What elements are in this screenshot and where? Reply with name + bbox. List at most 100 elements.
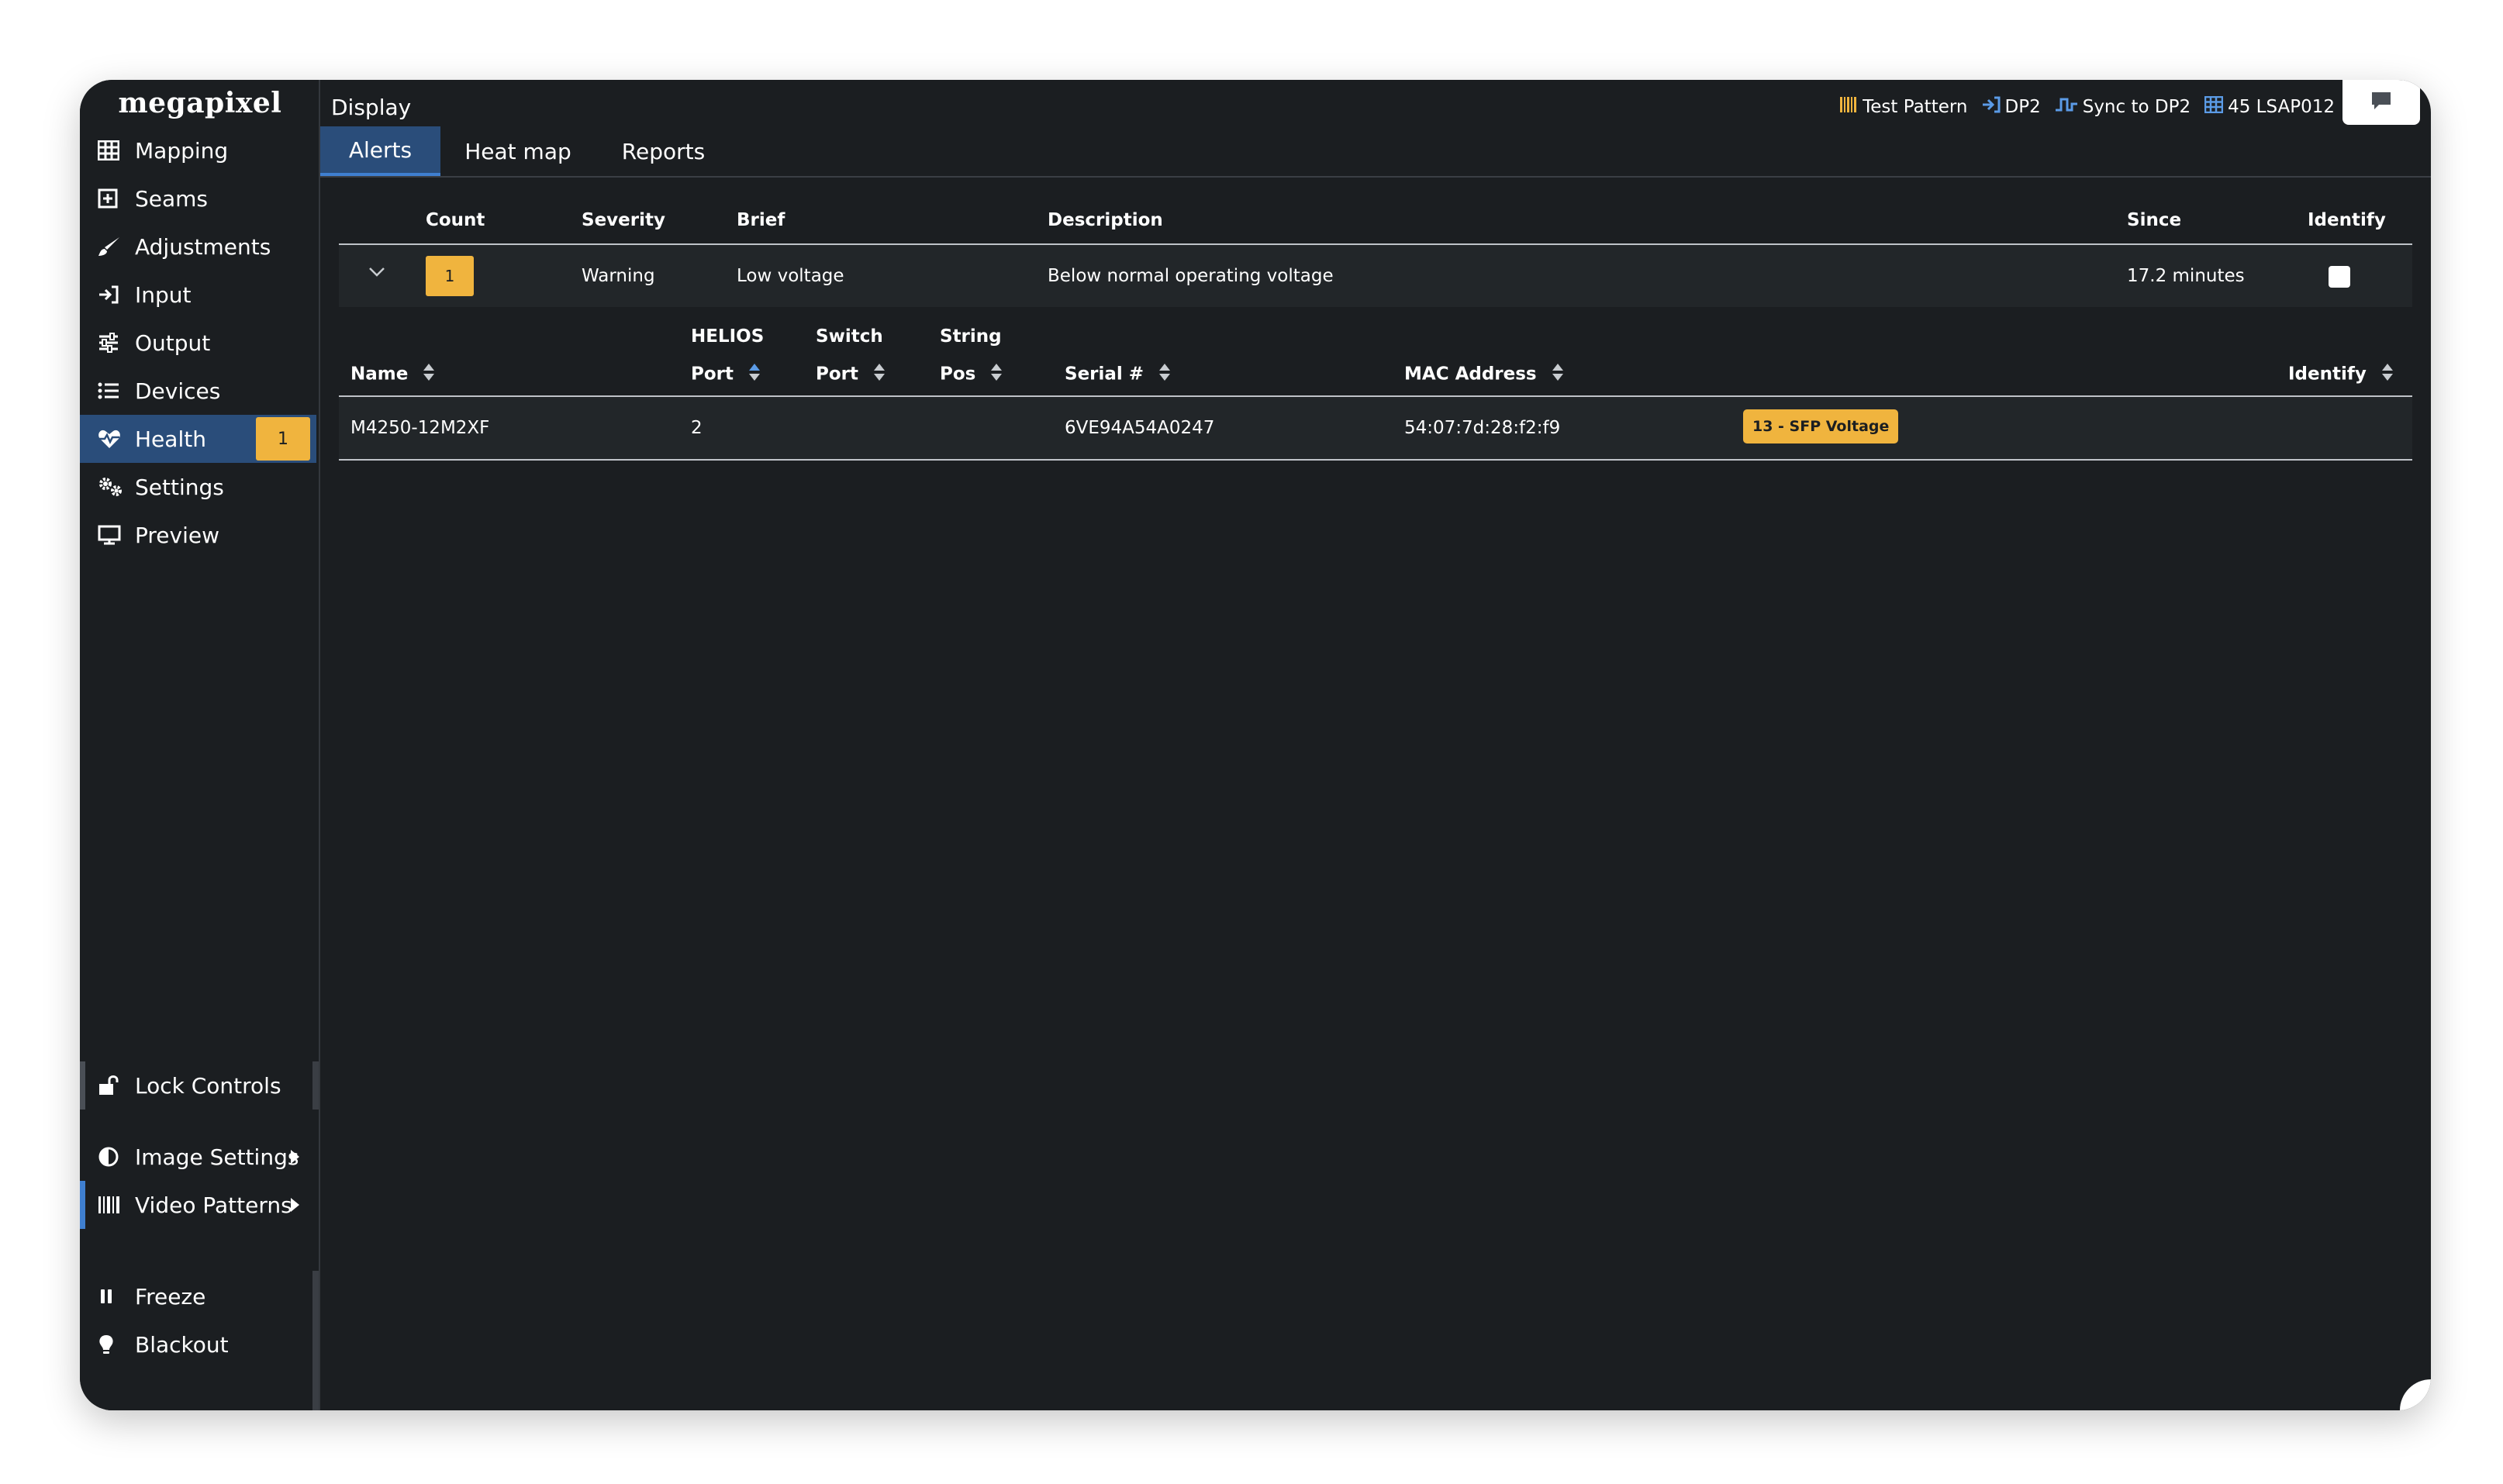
alert-description: Below normal operating voltage [1048,266,1334,286]
video-patterns-label: Video Patterns [135,1192,292,1218]
helios-port: 2 [691,418,703,438]
col-header-switch-port[interactable]: Port [816,362,886,387]
barcode-icon [98,1192,127,1217]
sidebar: megapixel Mapping Seams Adjustments Inpu… [80,80,320,1410]
contrast-icon [98,1144,127,1169]
tab-alerts[interactable]: Alerts [320,126,440,176]
sort-ascending-icon [747,362,761,387]
status-test-pattern-label: Test Pattern [1863,97,1968,117]
sync-icon [2055,96,2078,118]
sidebar-item-label: Adjustments [135,233,271,260]
app-logo: megapixel [118,87,282,119]
col-header-mac[interactable]: MAC Address [1404,362,1565,387]
grid-icon [98,138,127,163]
sidebar-item-label: Input [135,281,192,308]
sidebar-item-label: Settings [135,474,224,500]
tab-bar: Alerts Heat map Reports [320,126,2431,178]
brush-icon [98,234,127,259]
sidebar-item-label: Output [135,330,211,356]
col-header-detail-identify[interactable]: Identify [2288,362,2394,387]
sidebar-item-label: Preview [135,522,219,548]
col-header-description[interactable]: Description [1048,210,1163,230]
sort-icon [1158,362,1172,387]
col-header-serial[interactable]: Serial # [1065,362,1172,387]
unlock-icon [98,1073,127,1098]
status-input[interactable]: DP2 [1982,96,2041,118]
status-input-label: DP2 [2004,97,2041,117]
image-settings-button[interactable]: Image Settings [80,1133,316,1181]
tab-heat-map[interactable]: Heat map [440,126,596,176]
video-patterns-button[interactable]: Video Patterns [80,1181,316,1229]
serial-number: 6VE94A54A0247 [1065,418,1215,438]
sidebar-item-label: Seams [135,185,209,212]
health-alert-badge: 1 [256,417,310,461]
sort-icon [1551,362,1565,387]
tab-reports[interactable]: Reports [596,126,731,176]
sidebar-item-adjustments[interactable]: Adjustments [80,223,316,271]
image-settings-label: Image Settings [135,1144,299,1170]
sort-icon [2380,362,2394,387]
plus-square-icon [98,186,127,211]
lock-controls-button[interactable]: Lock Controls [80,1061,316,1110]
sidebar-item-label: Devices [135,378,221,404]
alert-brief: Low voltage [737,266,844,286]
sidebar-item-preview[interactable]: Preview [80,511,316,559]
gears-icon [98,475,127,499]
col-header-since[interactable]: Since [2127,210,2181,230]
caret-right-icon [291,1150,299,1164]
col-header-identify[interactable]: Identify [2308,210,2386,230]
list-icon [98,378,127,403]
chevron-down-icon[interactable] [368,266,385,281]
page-title: Display [331,94,412,120]
blackout-label: Blackout [135,1331,229,1358]
status-test-pattern[interactable]: Test Pattern [1839,96,1968,118]
sliders-icon [98,330,127,355]
app-window: megapixel Mapping Seams Adjustments Inpu… [80,80,2431,1410]
blackout-button[interactable]: Blackout [80,1320,316,1368]
status-bar: Test Pattern DP2 Sync to DP2 45 LSAP012 [1839,88,2335,126]
monitor-icon [98,523,127,547]
status-sync[interactable]: Sync to DP2 [2055,96,2191,118]
col-header-helios-port[interactable]: Port [691,362,761,387]
sidebar-item-seams[interactable]: Seams [80,174,316,223]
alert-count-badge: 1 [426,256,474,296]
status-panels-label: 45 LSAP012 [2228,97,2335,117]
chat-button[interactable] [2342,80,2420,125]
status-panels[interactable]: 45 LSAP012 [2204,95,2335,118]
status-sync-label: Sync to DP2 [2082,97,2191,117]
col-header-severity[interactable]: Severity [582,210,665,230]
heart-pulse-icon [98,426,127,451]
input-icon [1982,96,2001,118]
col-header-switch-top: Switch [816,326,883,347]
identify-checkbox[interactable] [2329,266,2350,288]
sidebar-item-mapping[interactable]: Mapping [80,126,316,174]
sort-icon [872,362,886,387]
alert-severity: Warning [582,266,655,286]
col-header-brief[interactable]: Brief [737,210,785,230]
pause-icon [98,1284,127,1309]
detail-row-divider [339,459,2412,461]
sort-icon [989,362,1003,387]
sidebar-item-devices[interactable]: Devices [80,367,316,415]
alert-tag-badge: 13 - SFP Voltage [1743,409,1899,443]
alert-since: 17.2 minutes [2127,266,2245,286]
table-row[interactable] [339,397,2412,459]
sidebar-item-label: Health [135,426,206,452]
sort-icon [422,362,436,387]
sidebar-item-output[interactable]: Output [80,319,316,367]
sign-in-icon [98,282,127,307]
sidebar-item-input[interactable]: Input [80,271,316,319]
mac-address: 54:07:7d:28:f2:f9 [1404,418,1561,438]
sidebar-item-settings[interactable]: Settings [80,463,316,511]
col-header-name[interactable]: Name [350,362,436,387]
col-header-count[interactable]: Count [426,210,485,230]
grid-icon [2204,95,2224,118]
lock-controls-label: Lock Controls [135,1072,281,1099]
col-header-helios-top: HELIOS [691,326,765,347]
corner-decoration [2400,1379,2431,1410]
freeze-button[interactable]: Freeze [80,1272,316,1320]
col-header-string-pos[interactable]: Pos [940,362,1003,387]
test-pattern-icon [1839,96,1858,118]
device-name: M4250-12M2XF [350,418,490,438]
sidebar-item-health[interactable]: Health 1 [80,415,316,463]
